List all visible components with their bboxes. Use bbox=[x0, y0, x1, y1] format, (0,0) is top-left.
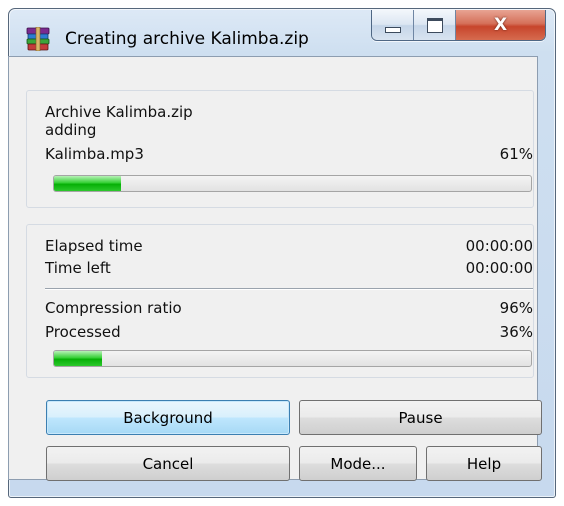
window-title: Creating archive Kalimba.zip bbox=[65, 29, 309, 49]
minimize-button[interactable] bbox=[372, 10, 414, 40]
processed-label: Processed bbox=[45, 323, 121, 341]
time-left-label: Time left bbox=[45, 259, 111, 277]
processed-row: Processed 36% bbox=[45, 322, 533, 342]
help-button[interactable]: Help bbox=[426, 446, 542, 481]
mode-button[interactable]: Mode... bbox=[299, 446, 417, 481]
action-row: adding bbox=[45, 120, 533, 140]
winrar-books-icon bbox=[26, 27, 50, 51]
time-left-value: 00:00:00 bbox=[465, 259, 533, 277]
compression-ratio-row: Compression ratio 96% bbox=[45, 298, 533, 318]
elapsed-time-value: 00:00:00 bbox=[465, 237, 533, 255]
close-button[interactable]: X bbox=[456, 10, 545, 40]
archive-row: Archive Kalimba.zip bbox=[45, 102, 533, 122]
minimize-icon bbox=[384, 26, 401, 33]
elapsed-time-label: Elapsed time bbox=[45, 237, 143, 255]
file-progress-bar bbox=[53, 175, 532, 192]
file-percent-value: 61% bbox=[499, 145, 533, 163]
time-left-row: Time left 00:00:00 bbox=[45, 258, 533, 278]
archive-name-label: Archive Kalimba.zip bbox=[45, 103, 193, 121]
compression-ratio-label: Compression ratio bbox=[45, 299, 182, 317]
maximize-icon bbox=[426, 17, 443, 33]
total-progress-bar bbox=[53, 350, 532, 367]
current-file-label: Kalimba.mp3 bbox=[45, 145, 144, 163]
total-progress-fill bbox=[54, 351, 102, 366]
compression-ratio-value: 96% bbox=[499, 299, 533, 317]
elapsed-row: Elapsed time 00:00:00 bbox=[45, 236, 533, 256]
stats-divider bbox=[45, 288, 533, 290]
background-button[interactable]: Background bbox=[46, 400, 290, 435]
current-file-row: Kalimba.mp3 61% bbox=[45, 144, 533, 164]
close-icon: X bbox=[493, 15, 508, 35]
action-label: adding bbox=[45, 121, 97, 139]
pause-button[interactable]: Pause bbox=[299, 400, 542, 435]
file-progress-fill bbox=[54, 176, 121, 191]
maximize-button[interactable] bbox=[414, 10, 456, 40]
cancel-button[interactable]: Cancel bbox=[46, 446, 290, 481]
processed-value: 36% bbox=[499, 323, 533, 341]
caption-buttons: X bbox=[371, 10, 546, 41]
